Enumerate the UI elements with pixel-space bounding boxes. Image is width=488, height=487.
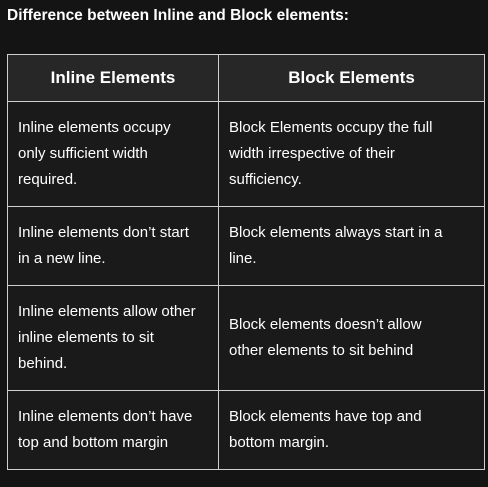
header-block-elements: Block Elements [218, 54, 485, 102]
header-inline-elements: Inline Elements [7, 54, 219, 102]
inline-cell: Inline elements don’t start in a new lin… [7, 206, 219, 286]
inline-cell: Inline elements allow other inline eleme… [7, 285, 219, 391]
inline-cell: Inline elements occupy only sufficient w… [7, 101, 219, 207]
table-row: Inline elements occupy only sufficient w… [7, 101, 485, 207]
comparison-table: Inline Elements Block Elements Inline el… [7, 54, 485, 470]
block-cell: Block Elements occupy the full width irr… [218, 101, 485, 207]
table-row: Inline elements allow other inline eleme… [7, 285, 485, 391]
block-cell: Block elements have top and bottom margi… [218, 390, 485, 470]
block-cell: Block elements doesn’t allow other eleme… [218, 285, 485, 391]
table-row: Inline elements don’t have top and botto… [7, 390, 485, 470]
inline-cell: Inline elements don’t have top and botto… [7, 390, 219, 470]
table-header-row: Inline Elements Block Elements [7, 54, 485, 102]
section-heading: Difference between Inline and Block elem… [7, 7, 349, 24]
table-row: Inline elements don’t start in a new lin… [7, 206, 485, 286]
block-cell: Block elements always start in a line. [218, 206, 485, 286]
